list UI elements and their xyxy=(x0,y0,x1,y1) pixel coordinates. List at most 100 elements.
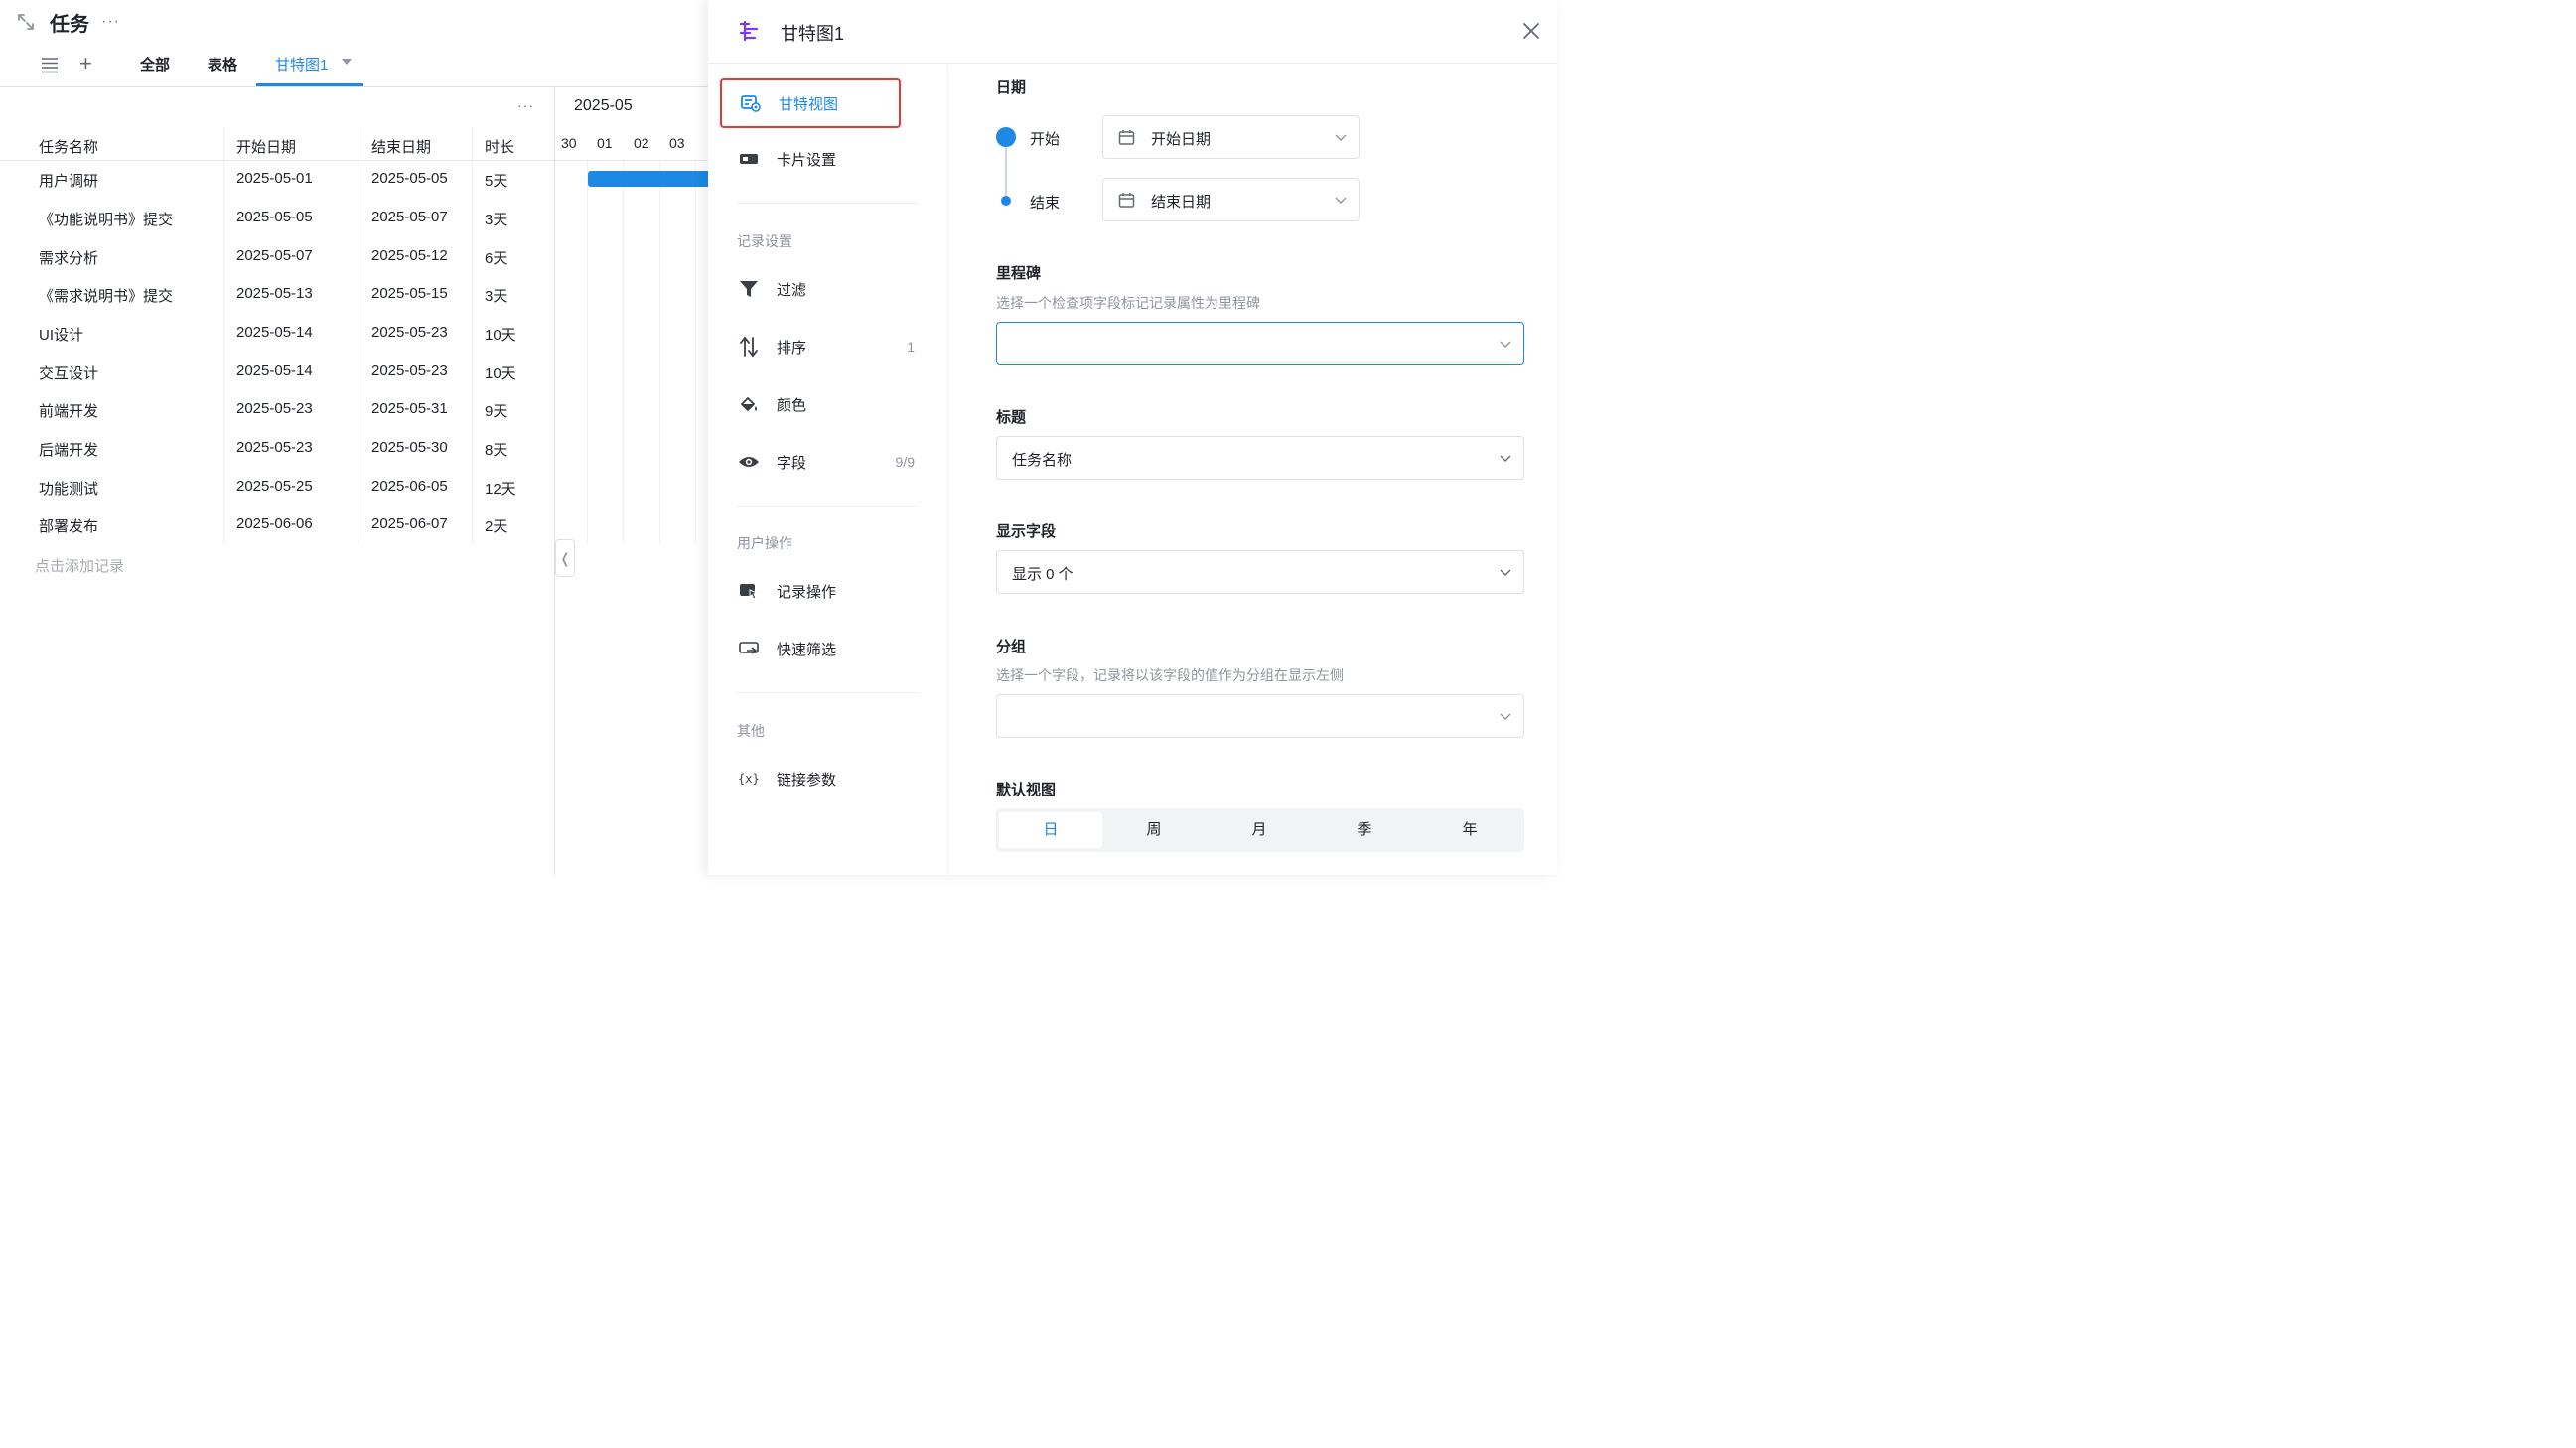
group-select[interactable] xyxy=(996,694,1524,738)
gantt-gridline xyxy=(659,161,660,544)
nav-fields[interactable]: 字段 9/9 xyxy=(720,437,915,487)
chevron-down-icon xyxy=(1500,455,1511,462)
tab-dropdown-icon[interactable] xyxy=(342,59,352,65)
start-date: 2025-05-13 xyxy=(236,285,313,302)
start-date-value: 开始日期 xyxy=(1151,131,1212,148)
column-header[interactable]: 任务名称 xyxy=(39,136,98,157)
sort-count: 1 xyxy=(907,339,915,355)
task-name: 交互设计 xyxy=(39,365,99,382)
card-icon xyxy=(738,148,760,170)
table-row[interactable]: 部署发布 2025-06-06 2025-06-07 2天 xyxy=(0,507,554,544)
nav-gantt-view[interactable]: 甘特视图 xyxy=(720,78,901,128)
title-select[interactable]: 任务名称 xyxy=(996,436,1524,480)
chevron-down-icon xyxy=(1335,197,1347,204)
chevron-down-icon xyxy=(1500,713,1511,720)
add-view-icon[interactable]: + xyxy=(79,53,97,75)
nav-filter[interactable]: 过滤 xyxy=(720,264,901,314)
gantt-task-bar[interactable] xyxy=(588,171,708,187)
calendar-icon xyxy=(1118,130,1135,145)
chevron-down-icon xyxy=(1335,134,1347,141)
page-title: 任务 xyxy=(50,13,89,36)
display-fields-select[interactable]: 显示 0 个 xyxy=(996,550,1524,594)
start-date-select[interactable]: 开始日期 xyxy=(1102,115,1360,159)
duration: 8天 xyxy=(485,442,508,459)
start-date: 2025-05-14 xyxy=(236,324,313,341)
table-row[interactable]: UI设计 2025-05-14 2025-05-23 10天 xyxy=(0,315,554,353)
task-name: 用户调研 xyxy=(39,173,99,190)
record-action-icon xyxy=(738,580,760,602)
date-connector xyxy=(1005,147,1007,196)
start-label: 开始 xyxy=(1030,131,1061,148)
tab-table[interactable]: 表格 xyxy=(208,54,237,74)
start-date: 2025-06-06 xyxy=(236,515,313,532)
nav-sort[interactable]: 排序 1 xyxy=(720,322,915,371)
chevron-down-icon xyxy=(1500,341,1511,348)
milestone-select[interactable] xyxy=(996,322,1524,365)
task-name: 需求分析 xyxy=(39,250,99,267)
end-date-select[interactable]: 结束日期 xyxy=(1102,178,1360,221)
table-row[interactable]: 需求分析 2025-05-07 2025-05-12 6天 xyxy=(0,238,554,276)
task-name: 前端开发 xyxy=(39,403,99,420)
table-row[interactable]: 前端开发 2025-05-23 2025-05-31 9天 xyxy=(0,391,554,429)
nav-divider xyxy=(737,692,919,693)
task-name: 后端开发 xyxy=(39,442,99,459)
tab-all[interactable]: 全部 xyxy=(140,54,170,74)
nav-record-actions[interactable]: 记录操作 xyxy=(720,566,901,616)
table-row[interactable]: 《需求说明书》提交 2025-05-13 2025-05-15 3天 xyxy=(0,276,554,314)
nav-label: 链接参数 xyxy=(777,771,837,789)
nav-link-params[interactable]: {x} 链接参数 xyxy=(720,754,901,803)
column-header[interactable]: 时长 xyxy=(485,136,514,157)
more-icon[interactable]: ··· xyxy=(101,13,120,31)
title-field-label: 标题 xyxy=(996,409,1027,426)
nav-label: 排序 xyxy=(777,339,807,357)
milestone-label: 里程碑 xyxy=(996,265,1042,282)
display-fields-value: 显示 0 个 xyxy=(1012,566,1073,583)
table-row[interactable]: 后端开发 2025-05-23 2025-05-30 8天 xyxy=(0,430,554,468)
menu-icon[interactable] xyxy=(40,56,60,73)
drawer-header: 甘特图1 xyxy=(708,0,1557,64)
collapse-panel-button[interactable]: ❬ xyxy=(555,539,575,577)
nav-label: 颜色 xyxy=(777,396,807,414)
nav-color[interactable]: 颜色 xyxy=(720,379,901,429)
duration: 6天 xyxy=(485,250,508,267)
group-label: 分组 xyxy=(996,639,1027,655)
view-option-year[interactable]: 年 xyxy=(1418,812,1521,848)
column-header[interactable]: 开始日期 xyxy=(236,136,296,157)
nav-label: 记录操作 xyxy=(777,583,837,601)
table-row[interactable]: 用户调研 2025-05-01 2025-05-05 5天 xyxy=(0,161,554,199)
start-date: 2025-05-23 xyxy=(236,439,313,456)
close-icon[interactable] xyxy=(1521,21,1541,41)
table-more-icon[interactable]: ··· xyxy=(517,97,534,113)
nav-card-settings[interactable]: 卡片设置 xyxy=(720,134,901,184)
gantt-gridline xyxy=(587,161,588,544)
task-name: UI设计 xyxy=(39,327,84,344)
expand-icon[interactable] xyxy=(16,12,36,32)
column-header[interactable]: 结束日期 xyxy=(371,136,431,157)
calendar-icon xyxy=(1118,193,1135,208)
view-option-week[interactable]: 周 xyxy=(1102,812,1206,848)
nav-quick-filter[interactable]: 快速筛选 xyxy=(720,624,901,673)
eye-icon xyxy=(738,451,760,473)
add-record-button[interactable]: 点击添加记录 xyxy=(35,555,124,576)
view-option-quarter[interactable]: 季 xyxy=(1313,812,1416,848)
task-name: 《功能说明书》提交 xyxy=(39,212,174,228)
sort-icon xyxy=(738,336,760,358)
drawer-title: 甘特图1 xyxy=(781,24,845,44)
tab-gantt[interactable]: 甘特图1 xyxy=(275,54,328,74)
start-date: 2025-05-01 xyxy=(236,170,313,187)
gantt-day-label: 30 xyxy=(561,135,577,151)
nav-label: 过滤 xyxy=(777,281,807,299)
view-option-month[interactable]: 月 xyxy=(1208,812,1311,848)
nav-section-title: 其他 xyxy=(737,723,765,739)
table-row[interactable]: 《功能说明书》提交 2025-05-05 2025-05-07 3天 xyxy=(0,200,554,237)
table-row[interactable]: 功能测试 2025-05-25 2025-06-05 12天 xyxy=(0,469,554,507)
table-row[interactable]: 交互设计 2025-05-14 2025-05-23 10天 xyxy=(0,354,554,391)
end-date-value: 结束日期 xyxy=(1151,194,1212,211)
nav-divider xyxy=(737,203,919,204)
task-name: 部署发布 xyxy=(39,518,99,535)
gantt-chart-icon xyxy=(739,20,759,42)
title-row: 任务 ··· xyxy=(16,8,120,36)
nav-divider xyxy=(737,506,919,507)
view-option-day[interactable]: 日 xyxy=(999,812,1102,848)
duration: 12天 xyxy=(485,481,516,498)
